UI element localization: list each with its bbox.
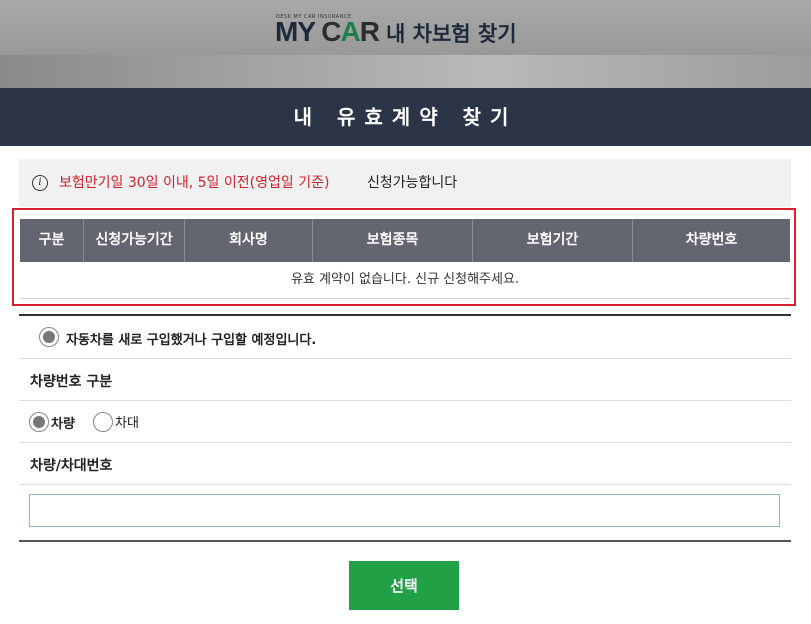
vehicle-number-input[interactable] [29, 494, 780, 527]
logo-subtitle: 내 차보험 찾기 [386, 22, 517, 46]
modal-title: 내 유효계약 찾기 [0, 88, 811, 146]
vehicle-type-section: 차량번호 구분 [19, 358, 791, 401]
header-insurance-period: 보험기간 [473, 219, 633, 262]
header-category: 구분 [20, 219, 84, 262]
find-contract-modal: 내 유효계약 찾기 i 보험만기일 30일 이내, 5일 이전(영업일 기준) … [0, 88, 811, 624]
notice-box: i 보험만기일 30일 이내, 5일 이전(영업일 기준) 신청가능합니다 [19, 159, 791, 207]
chassis-radio-label[interactable]: 차대 [115, 412, 139, 431]
vehicle-number-field-wrap [29, 494, 780, 527]
header-insurance-type: 보험종목 [313, 219, 473, 262]
select-button[interactable]: 선택 [349, 561, 459, 610]
logo-mycar: MY CAR [275, 16, 380, 47]
contract-table: 구분 신청가능기간 회사명 보험종목 보험기간 차량번호 유효 계약이 없습니다… [12, 208, 796, 306]
vehicle-type-label: 차량번호 구분 [30, 374, 113, 390]
header-vehicle-number: 차량번호 [685, 232, 738, 248]
background-banner [0, 55, 811, 88]
header-company: 회사명 [185, 219, 313, 262]
new-purchase-option[interactable]: 자동차를 새로 구입했거나 구입할 예정입니다. [19, 316, 791, 359]
bottom-divider [19, 540, 791, 542]
vehicle-radio[interactable] [29, 412, 49, 432]
header-apply-period: 신청가능기간 [84, 219, 185, 262]
table-empty-message: 유효 계약이 없습니다. 신규 신청해주세요. [20, 262, 790, 299]
info-icon: i [32, 175, 48, 191]
table-header: 구분 신청가능기간 회사명 보험종목 보험기간 차량번호 [20, 219, 790, 262]
vehicle-number-section: 차량/차대번호 [19, 442, 791, 485]
chassis-radio[interactable] [93, 412, 113, 432]
vehicle-type-radios: 차량 차대 [19, 400, 791, 443]
new-purchase-radio[interactable] [39, 327, 59, 347]
logo: DESK MY CAR INSURANCE MY CAR 내 차보험 찾기 [0, 6, 811, 47]
new-purchase-label: 자동차를 새로 구입했거나 구입할 예정입니다. [66, 333, 317, 348]
notice-rest: 신청가능합니다 [367, 175, 458, 191]
notice-highlight: 보험만기일 30일 이내, 5일 이전(영업일 기준) [59, 175, 330, 191]
vehicle-radio-label[interactable]: 차량 [51, 413, 75, 432]
vehicle-number-label: 차량/차대번호 [30, 458, 113, 474]
